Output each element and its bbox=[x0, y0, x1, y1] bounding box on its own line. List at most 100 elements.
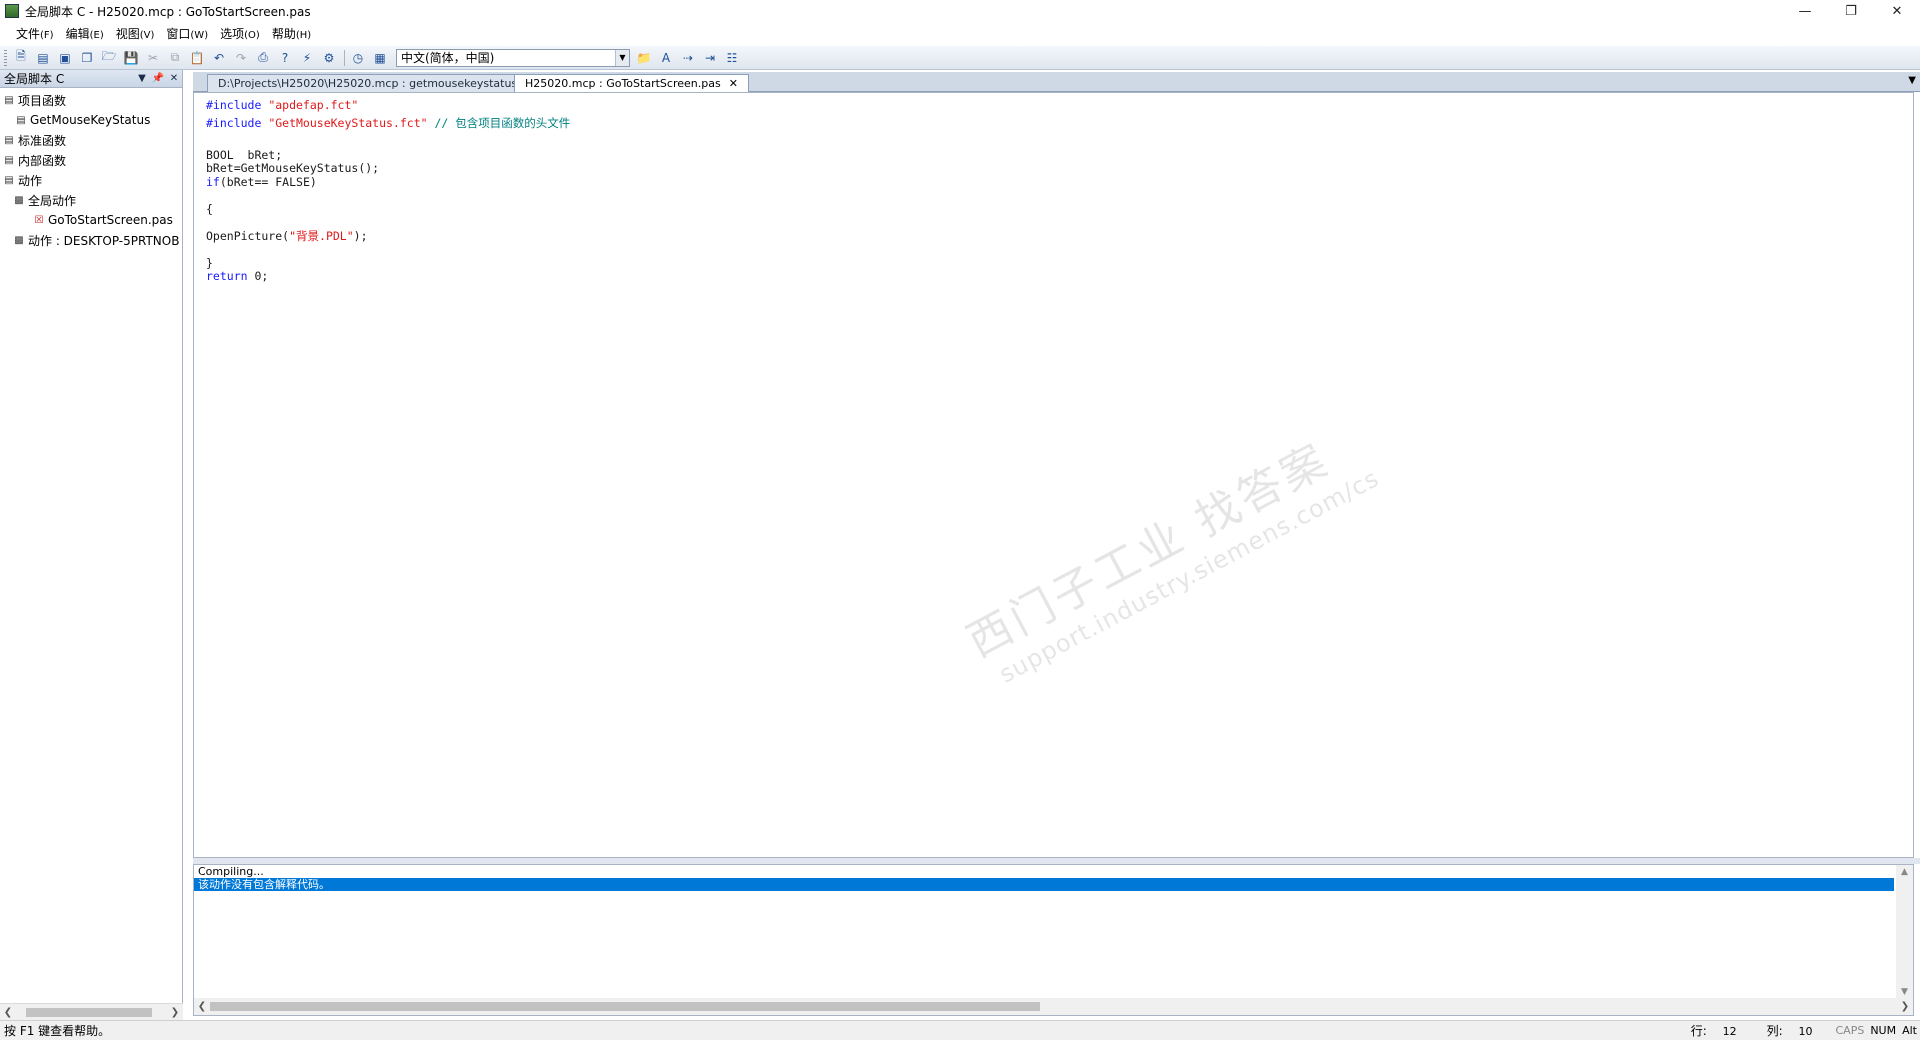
code-token: "背景.PDL" bbox=[289, 228, 354, 243]
navigation-horizontal-scrollbar[interactable]: ❮ ❯ bbox=[0, 1003, 183, 1020]
pane-dropdown-icon[interactable]: ▼ bbox=[134, 73, 150, 84]
code-line[interactable]: bRet=GetMouseKeyStatus(); bbox=[206, 160, 570, 175]
status-row-value: 12 bbox=[1722, 1025, 1737, 1038]
folder-icon[interactable]: 📁 bbox=[634, 48, 654, 68]
import-icon[interactable]: ⇢ bbox=[678, 48, 698, 68]
new-file-icon[interactable]: 🗎 bbox=[11, 48, 31, 68]
tree-item-getmousekeystatus[interactable]: ▤ GetMouseKeyStatus bbox=[0, 110, 182, 130]
output-vertical-scrollbar[interactable]: ▲ ▼ bbox=[1896, 865, 1913, 999]
help-pointer-icon[interactable]: ? bbox=[275, 48, 295, 68]
compile-icon[interactable]: ⚡ bbox=[297, 48, 317, 68]
watermark-title: 西门子工业 找答案 bbox=[959, 433, 1339, 668]
tree-item-global-actions[interactable]: ▩ 全局动作 bbox=[0, 190, 182, 210]
undo-icon[interactable]: ↶ bbox=[209, 48, 229, 68]
app-icon bbox=[5, 4, 19, 18]
compile-all-icon[interactable]: ⚙ bbox=[319, 48, 339, 68]
save-icon[interactable]: 💾 bbox=[121, 48, 141, 68]
menu-window[interactable]: 窗口(W) bbox=[160, 25, 214, 42]
scroll-left-icon[interactable]: ❮ bbox=[0, 1007, 16, 1018]
menu-help[interactable]: 帮助(H) bbox=[266, 25, 317, 42]
print-icon[interactable]: ⎙ bbox=[253, 48, 273, 68]
copy-icon[interactable]: ⧉ bbox=[165, 48, 185, 68]
menu-view[interactable]: 视图(V) bbox=[110, 25, 161, 42]
tree-item-standard-functions[interactable]: ▤ 标准函数 bbox=[0, 130, 182, 150]
tags-icon[interactable]: ☷ bbox=[722, 48, 742, 68]
code-token: return bbox=[206, 269, 248, 283]
code-line[interactable]: { bbox=[206, 201, 570, 216]
pin-icon[interactable]: 📌 bbox=[150, 73, 166, 84]
code-line[interactable] bbox=[206, 241, 570, 255]
tree-item-gotostartscreen[interactable]: ☒ GoToStartScreen.pas bbox=[0, 210, 182, 230]
scroll-up-icon[interactable]: ▲ bbox=[1901, 867, 1908, 877]
open-folder-icon[interactable]: 🗁 bbox=[99, 48, 119, 68]
language-select[interactable]: 中文(简体，中国) ▼ bbox=[396, 48, 630, 67]
scrollbar-track[interactable] bbox=[210, 998, 1897, 1015]
minimize-button[interactable]: — bbox=[1782, 0, 1828, 22]
code-line[interactable]: return 0; bbox=[206, 268, 570, 283]
code-token: "apdefap.fct" bbox=[268, 98, 359, 112]
close-tab-icon[interactable]: ✕ bbox=[729, 77, 738, 90]
status-col: 列: 10 bbox=[1761, 1022, 1833, 1039]
code-token: "GetMouseKeyStatus.fct" bbox=[268, 116, 428, 130]
language-select-value: 中文(简体，中国) bbox=[401, 51, 495, 65]
tree-item-desktop-actions[interactable]: ▩ 动作 : DESKTOP-5PRTNOB bbox=[0, 230, 182, 250]
navigation-pane-header: 全局脚本 C ▼ 📌 ✕ bbox=[0, 70, 182, 88]
document-tabs: D:\Projects\H25020\H25020.mcp : getmouse… bbox=[193, 72, 1920, 92]
grid-icon[interactable]: ▦ bbox=[370, 48, 390, 68]
tab-getmousekeystatus[interactable]: D:\Projects\H25020\H25020.mcp : getmouse… bbox=[207, 74, 546, 92]
tree-item-internal-functions[interactable]: ▤ 内部函数 bbox=[0, 150, 182, 170]
scroll-left-icon[interactable]: ❮ bbox=[194, 1001, 210, 1012]
menu-options[interactable]: 选项(O) bbox=[214, 25, 266, 42]
restore-button[interactable]: ❐ bbox=[1828, 0, 1874, 22]
scrollbar-track[interactable] bbox=[16, 1004, 167, 1020]
status-col-label: 列: bbox=[1766, 1024, 1783, 1038]
output-line[interactable]: Compiling... bbox=[194, 865, 1913, 878]
scroll-right-icon[interactable]: ❯ bbox=[167, 1007, 183, 1018]
trigger-clock-icon[interactable]: ◷ bbox=[348, 48, 368, 68]
output-horizontal-scrollbar[interactable]: ❮ ❯ bbox=[194, 998, 1913, 1015]
toolbar-grip[interactable] bbox=[4, 49, 7, 66]
scrollbar-thumb[interactable] bbox=[210, 1002, 1040, 1011]
close-pane-icon[interactable]: ✕ bbox=[166, 73, 182, 84]
action-folder-icon: ▩ bbox=[14, 194, 24, 206]
menu-file[interactable]: 文件(F) bbox=[10, 25, 60, 42]
new-action-icon[interactable]: ▣ bbox=[55, 48, 75, 68]
code-line[interactable]: #include "apdefap.fct" bbox=[206, 97, 570, 115]
paste-icon[interactable]: 📋 bbox=[187, 48, 207, 68]
toolbar: 🗎 ▤ ▣ ❐ 🗁 💾 ✂ ⧉ 📋 ↶ ↷ ⎙ ? ⚡ ⚙ ◷ ▦ 中文(简体，… bbox=[0, 46, 1920, 70]
window-controls: — ❐ ✕ bbox=[1782, 0, 1920, 22]
chevron-down-icon[interactable]: ▼ bbox=[615, 49, 629, 66]
code-line[interactable]: if(bRet== FALSE) bbox=[206, 174, 570, 189]
tab-list-dropdown-icon[interactable]: ▼ bbox=[1908, 75, 1916, 86]
tree-item-project-functions[interactable]: ▤ 项目函数 bbox=[0, 90, 182, 110]
scrollbar-thumb[interactable] bbox=[26, 1008, 152, 1017]
scroll-right-icon[interactable]: ❯ bbox=[1897, 1001, 1913, 1012]
copy-page-icon[interactable]: ❐ bbox=[77, 48, 97, 68]
menu-edit[interactable]: 编辑(E) bbox=[60, 25, 110, 42]
new-function-icon[interactable]: ▤ bbox=[33, 48, 53, 68]
code-line[interactable]: } bbox=[206, 255, 570, 270]
code-text[interactable]: #include "apdefap.fct" #include "GetMouse… bbox=[206, 97, 570, 283]
export-icon[interactable]: ⇥ bbox=[700, 48, 720, 68]
code-line[interactable] bbox=[206, 187, 570, 201]
tab-gotostartscreen[interactable]: H25020.mcp : GoToStartScreen.pas ✕ bbox=[514, 74, 749, 92]
output-line-selected[interactable]: 该动作没有包含解释代码。 bbox=[194, 878, 1894, 891]
redo-icon[interactable]: ↷ bbox=[231, 48, 251, 68]
font-icon[interactable]: A bbox=[656, 48, 676, 68]
code-token: (bRet== FALSE) bbox=[219, 174, 317, 189]
status-bar: 按 F1 键查看帮助。 行: 12 列: 10 CAPS NUM Alt bbox=[0, 1020, 1920, 1040]
close-button[interactable]: ✕ bbox=[1874, 0, 1920, 22]
status-row-label: 行: bbox=[1690, 1024, 1707, 1038]
code-line[interactable]: OpenPicture("背景.PDL"); bbox=[206, 228, 570, 243]
cut-icon[interactable]: ✂ bbox=[143, 48, 163, 68]
scroll-down-icon[interactable]: ▼ bbox=[1901, 987, 1908, 997]
code-editor[interactable]: #include "apdefap.fct" #include "GetMouse… bbox=[193, 92, 1914, 858]
code-line[interactable] bbox=[206, 133, 570, 147]
menu-bar: 文件(F) 编辑(E) 视图(V) 窗口(W) 选项(O) 帮助(H) bbox=[0, 22, 1920, 44]
tree-item-actions[interactable]: ▤ 动作 bbox=[0, 170, 182, 190]
code-line[interactable]: BOOL bRet; bbox=[206, 147, 570, 162]
toolbar-separator bbox=[344, 49, 345, 66]
code-token: bRet=GetMouseKeyStatus(); bbox=[206, 161, 380, 175]
code-line[interactable]: #include "GetMouseKeyStatus.fct" // 包含项目… bbox=[206, 115, 570, 133]
code-line[interactable] bbox=[206, 214, 570, 228]
